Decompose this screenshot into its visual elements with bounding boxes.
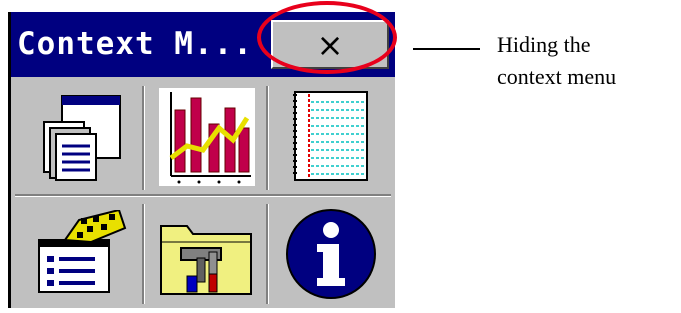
menu-item-form-edit[interactable] (35, 208, 129, 296)
notebook-icon (293, 91, 368, 181)
form-edit-icon (38, 208, 127, 293)
callout-line-1: Hiding the (497, 32, 591, 57)
window-title: Context M... (17, 26, 253, 62)
menu-item-chart[interactable] (159, 88, 255, 186)
menu-item-info[interactable] (285, 208, 377, 300)
callout-line (413, 48, 480, 50)
divider (142, 204, 145, 304)
callout-line-2: context menu (497, 64, 617, 89)
divider (15, 194, 391, 197)
menu-item-notebook[interactable] (293, 90, 369, 184)
windows-icon (43, 95, 121, 181)
divider (266, 86, 269, 190)
menu-item-tools-folder[interactable] (157, 212, 255, 296)
divider (266, 204, 269, 304)
info-icon (286, 209, 376, 299)
divider (142, 86, 145, 190)
callout-label: Hiding the context menu (497, 29, 616, 93)
highlight-circle (257, 1, 397, 74)
chart-icon (159, 88, 255, 186)
tools-folder-icon (160, 225, 252, 295)
menu-item-windows[interactable] (38, 92, 124, 182)
